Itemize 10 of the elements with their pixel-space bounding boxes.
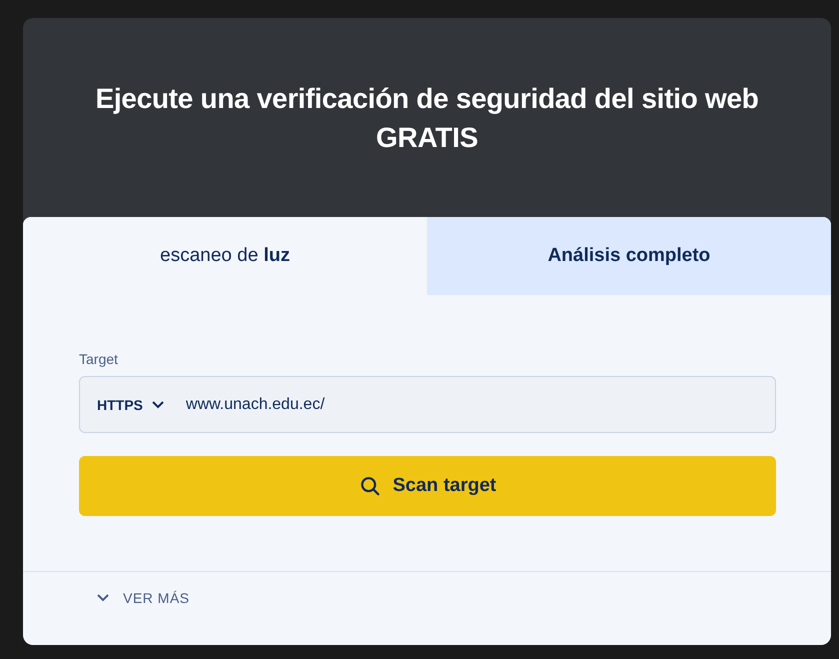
chevron-down-icon bbox=[152, 400, 164, 408]
target-field[interactable]: HTTPS www.unach.edu.ec/ bbox=[79, 376, 776, 433]
card-title: Ejecute una verificación de seguridad del sitio web GRATIS bbox=[94, 82, 760, 154]
field-label: Target bbox=[79, 351, 119, 367]
see-more-toggle[interactable]: VER MÁS bbox=[91, 589, 196, 607]
scan-button[interactable]: Scan target bbox=[79, 456, 776, 516]
tab[interactable]: Análisis completo bbox=[427, 217, 831, 295]
protocol-dropdown[interactable]: HTTPS bbox=[97, 396, 164, 412]
chevron-icon bbox=[97, 594, 109, 602]
search-icon bbox=[358, 475, 381, 497]
